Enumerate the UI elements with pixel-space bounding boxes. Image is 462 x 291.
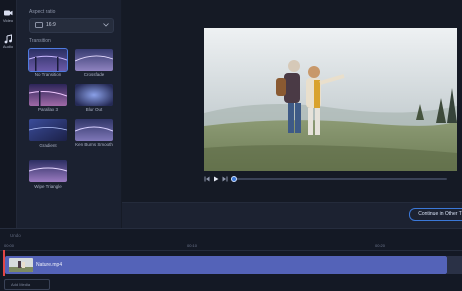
transition-label-gradient: Gradient [39, 143, 57, 148]
transition-label-crossfade: Crossfade [83, 72, 105, 77]
add-media-button[interactable]: Add Media [4, 279, 50, 290]
transition-label-parallax-3: Parallax 3 [37, 107, 58, 112]
sidebar-item-audio[interactable]: Audio [0, 34, 16, 49]
transition-label-ken-burns: Ken Burns Smooth [75, 142, 113, 147]
bridge-thumbnail [29, 160, 67, 182]
transition-label-no-transition: No Transition [34, 72, 62, 77]
transition-crossfade[interactable] [75, 49, 113, 71]
screen-icon [35, 22, 43, 28]
transition-label-blur-out: Blur Out [85, 107, 103, 112]
add-media-label: Add Media [11, 282, 31, 287]
left-rail: Video Audio [0, 0, 17, 228]
continue-button[interactable]: Continue in Other T [409, 208, 462, 221]
tick-label: 00:00 [4, 243, 15, 248]
seek-handle[interactable] [231, 175, 237, 182]
clip-thumbnail-image [9, 258, 33, 272]
sidebar-item-label: Audio [2, 44, 14, 49]
music-note-icon [4, 34, 12, 44]
timeline-ruler: 00:00 00:10 00:20 [0, 240, 462, 251]
clip-trim-handle[interactable] [447, 256, 462, 274]
undo-button[interactable]: Undo [10, 233, 21, 238]
transition-blur-out[interactable] [75, 84, 113, 106]
aspect-ratio-select[interactable]: 16:9 [29, 18, 114, 33]
sidebar-item-video[interactable]: Video [0, 8, 16, 23]
transition-gradient[interactable] [29, 119, 67, 141]
bridge-thumbnail [29, 49, 67, 71]
bridge-thumbnail [75, 49, 113, 71]
seek-bar[interactable] [234, 178, 447, 180]
skip-forward-icon[interactable] [222, 176, 228, 182]
bridge-thumbnail [75, 119, 113, 141]
sidebar-item-label: Video [2, 18, 14, 23]
tick-label: 00:20 [375, 243, 386, 248]
settings-panel: Aspect ratio Transition [17, 0, 121, 228]
aspect-ratio-label: Aspect ratio [29, 9, 56, 15]
video-frame-image [204, 28, 457, 171]
video-icon [4, 10, 13, 16]
clip-thumbnail [9, 258, 33, 272]
chevron-down-icon [103, 23, 109, 27]
transition-wipe-triangle[interactable] [29, 160, 67, 182]
transition-no-transition[interactable] [28, 48, 68, 72]
transition-label-wipe-triangle: Wipe Triangle [34, 184, 62, 189]
transition-parallax-3[interactable] [29, 84, 67, 106]
skip-back-icon[interactable] [204, 176, 210, 182]
aspect-ratio-value: 16:9 [46, 22, 56, 28]
video-preview[interactable] [204, 28, 457, 171]
transition-ken-burns-smooth[interactable] [75, 119, 113, 141]
bridge-thumbnail [29, 119, 67, 141]
play-icon[interactable] [213, 176, 219, 182]
timeline-clip[interactable] [5, 256, 447, 274]
player-controls [204, 174, 457, 184]
bridge-thumbnail [29, 84, 67, 106]
bridge-thumbnail [75, 84, 113, 106]
clip-name: Nature.mp4 [36, 262, 63, 268]
transition-label: Transition [29, 38, 51, 44]
tick-label: 00:10 [187, 243, 198, 248]
